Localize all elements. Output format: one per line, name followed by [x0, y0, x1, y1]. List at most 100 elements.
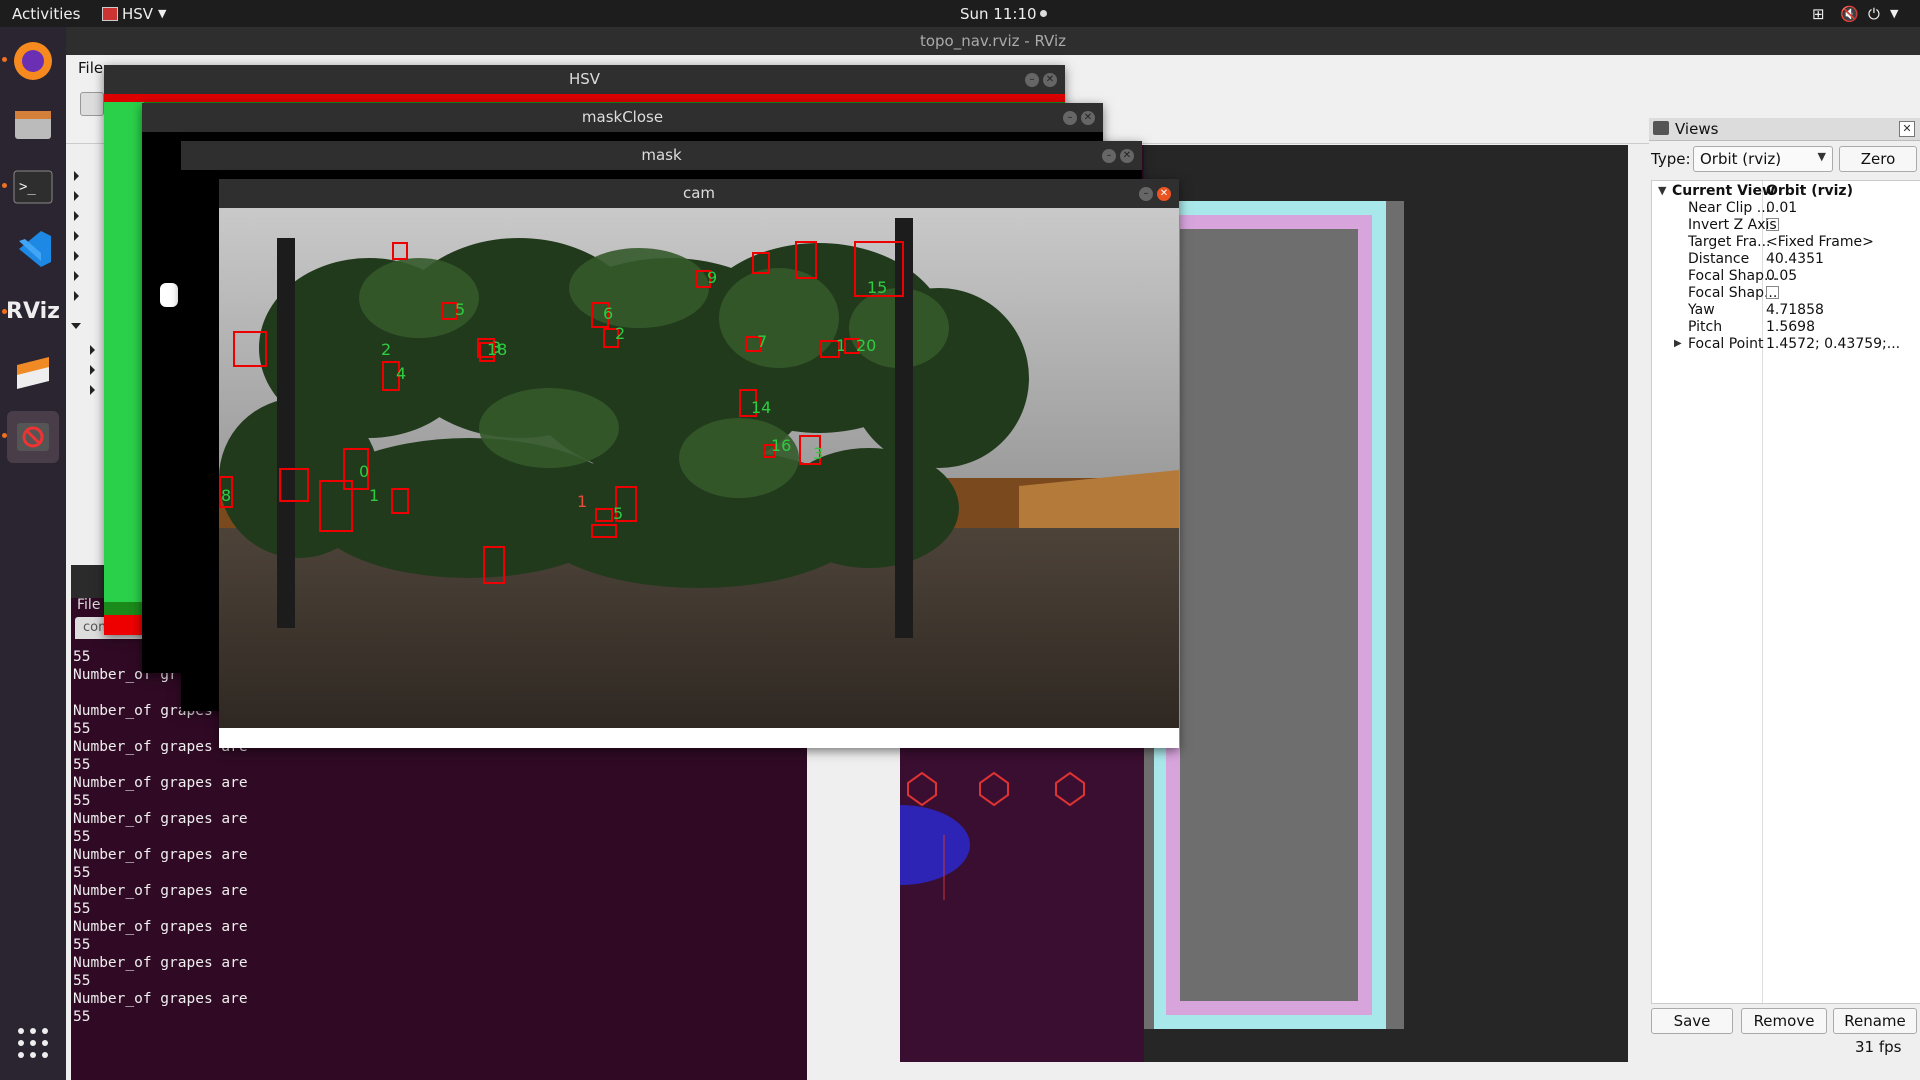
terminal-line: Number_of grapes are: [73, 955, 248, 971]
power-icon[interactable]: ⏻: [1868, 5, 1880, 23]
close-icon[interactable]: ✕: [1157, 187, 1171, 201]
clock[interactable]: Sun 11:10: [960, 5, 1037, 23]
minimize-icon[interactable]: –: [1102, 149, 1116, 163]
type-select[interactable]: Orbit (rviz) ▼: [1693, 146, 1833, 172]
grape-bbox: [233, 331, 267, 367]
close-icon[interactable]: ✕: [1043, 73, 1057, 87]
rviz-menu-file[interactable]: File: [78, 59, 103, 77]
minimize-icon[interactable]: –: [1063, 111, 1077, 125]
views-panel-title: Views: [1675, 120, 1719, 138]
grape-bbox: [483, 546, 505, 584]
prop-value[interactable]: 0.05: [1766, 268, 1797, 284]
prop-value[interactable]: 4.71858: [1766, 302, 1824, 318]
close-icon[interactable]: ✕: [1899, 121, 1915, 137]
expand-icon[interactable]: ▼: [1658, 184, 1666, 197]
minimize-icon[interactable]: –: [1025, 73, 1039, 87]
expand-icon[interactable]: ▶: [1674, 338, 1682, 349]
tree-arrows-icon: [71, 171, 95, 395]
chevron-down-icon[interactable]: ▼: [1890, 7, 1898, 20]
minimize-icon[interactable]: –: [1139, 187, 1153, 201]
camera-icon: [1653, 121, 1669, 135]
terminal-line: 55: [73, 973, 91, 989]
terminal-line: Number_of grapes are: [73, 847, 248, 863]
grape-bbox: [591, 524, 617, 538]
volume-icon[interactable]: 🔇: [1840, 5, 1859, 23]
grape-label: 14: [751, 398, 772, 417]
hsv-green-strip: [104, 102, 144, 602]
displays-tree: [66, 145, 96, 595]
prop-name: Current View: [1672, 183, 1775, 199]
files-icon[interactable]: [7, 99, 59, 151]
close-icon[interactable]: ✕: [1081, 111, 1095, 125]
sublime-icon[interactable]: [7, 347, 59, 399]
grape-bbox: [795, 241, 817, 279]
svg-text:>_: >_: [19, 179, 36, 195]
grape-label: 5: [613, 504, 624, 523]
interact-tool-icon[interactable]: [80, 92, 104, 116]
grape-label: 7: [757, 332, 768, 351]
terminal-line: 55: [73, 757, 91, 773]
mask-title: mask: [181, 141, 1142, 170]
grape-bbox: [595, 508, 613, 522]
app-grid-icon[interactable]: [7, 1017, 59, 1069]
terminal-line: 55: [73, 937, 91, 953]
save-button[interactable]: Save: [1651, 1008, 1733, 1034]
prop-value[interactable]: 1.4572; 0.43759;...: [1766, 336, 1900, 352]
rviz-dock-label: RViz: [6, 298, 60, 324]
views-panel: Views ✕ Type: Orbit (rviz) ▼ Zero ▼ Curr…: [1649, 118, 1920, 1062]
terminal-line: Number_of grapes are: [73, 919, 248, 935]
invert-z-checkbox[interactable]: [1766, 218, 1779, 231]
activities-button[interactable]: Activities: [12, 5, 80, 23]
hsv-red-strip: [104, 615, 144, 635]
close-icon[interactable]: ✕: [1120, 149, 1134, 163]
stop-icon[interactable]: [7, 411, 59, 463]
type-select-value: Orbit (rviz): [1700, 150, 1782, 168]
grape-bbox: [391, 488, 409, 514]
maskclose-title: maskClose: [142, 103, 1103, 132]
terminal-line: Number_of grapes are: [73, 775, 248, 791]
zero-button[interactable]: Zero: [1839, 146, 1917, 172]
properties-tree: ▼ Current View Orbit (rviz) Near Clip ..…: [1651, 180, 1920, 1004]
prop-name: Pitch: [1688, 319, 1723, 335]
prop-name: Focal Shap...: [1688, 268, 1778, 284]
running-indicator-icon: [2, 183, 7, 188]
cam-title: cam: [219, 179, 1179, 208]
fps-readout: 31 fps: [1855, 1038, 1902, 1056]
chevron-down-icon: ▼: [1817, 150, 1826, 163]
running-indicator-icon: [2, 309, 7, 314]
gnome-topbar: Activities HSV ▼ Sun 11:10 ⊞ 🔇 ⏻ ▼: [0, 0, 1920, 27]
prop-value[interactable]: 0.01: [1766, 200, 1797, 216]
grape-label: 6: [603, 304, 614, 323]
notification-dot-icon: [1040, 10, 1047, 17]
column-divider: [1762, 181, 1763, 1003]
app-menu-label[interactable]: HSV: [122, 5, 153, 23]
network-icon[interactable]: ⊞: [1812, 5, 1825, 23]
vscode-icon[interactable]: [7, 223, 59, 275]
cam-window[interactable]: cam – ✕ 5 3 18 2 4 6 9 7 15 1 20 14 16 3…: [219, 179, 1179, 748]
prop-value[interactable]: 40.4351: [1766, 251, 1824, 267]
grape-bbox: [319, 480, 353, 532]
grape-label: 0: [359, 462, 370, 481]
firefox-icon[interactable]: [7, 35, 59, 87]
prop-name: Invert Z Axis: [1688, 217, 1777, 233]
grape-label: 18: [487, 340, 508, 359]
terminal-line: Number_of grapes are: [73, 883, 248, 899]
terminal-line: Number_of grapes are: [73, 811, 248, 827]
rviz-icon[interactable]: RViz: [6, 285, 60, 337]
remove-button[interactable]: Remove: [1741, 1008, 1827, 1034]
prop-value[interactable]: <Fixed Frame>: [1766, 234, 1874, 250]
terminal-menu-file[interactable]: File: [77, 597, 100, 613]
prop-value[interactable]: 1.5698: [1766, 319, 1815, 335]
prop-name: Yaw: [1688, 302, 1715, 318]
focal-shape-checkbox[interactable]: [1766, 286, 1779, 299]
grape-label: 8: [221, 486, 232, 505]
grape-bbox: [392, 242, 408, 260]
prop-name: Distance: [1688, 251, 1750, 267]
terminal-icon[interactable]: >_: [7, 161, 59, 213]
terminal-line: Number_of grapes are: [73, 991, 248, 1007]
prop-value[interactable]: Orbit (rviz): [1766, 183, 1853, 199]
grape-label: 1: [577, 492, 588, 511]
prop-name: Target Fra...: [1688, 234, 1771, 250]
rename-button[interactable]: Rename: [1833, 1008, 1917, 1034]
terminal-line: 55: [73, 793, 91, 809]
